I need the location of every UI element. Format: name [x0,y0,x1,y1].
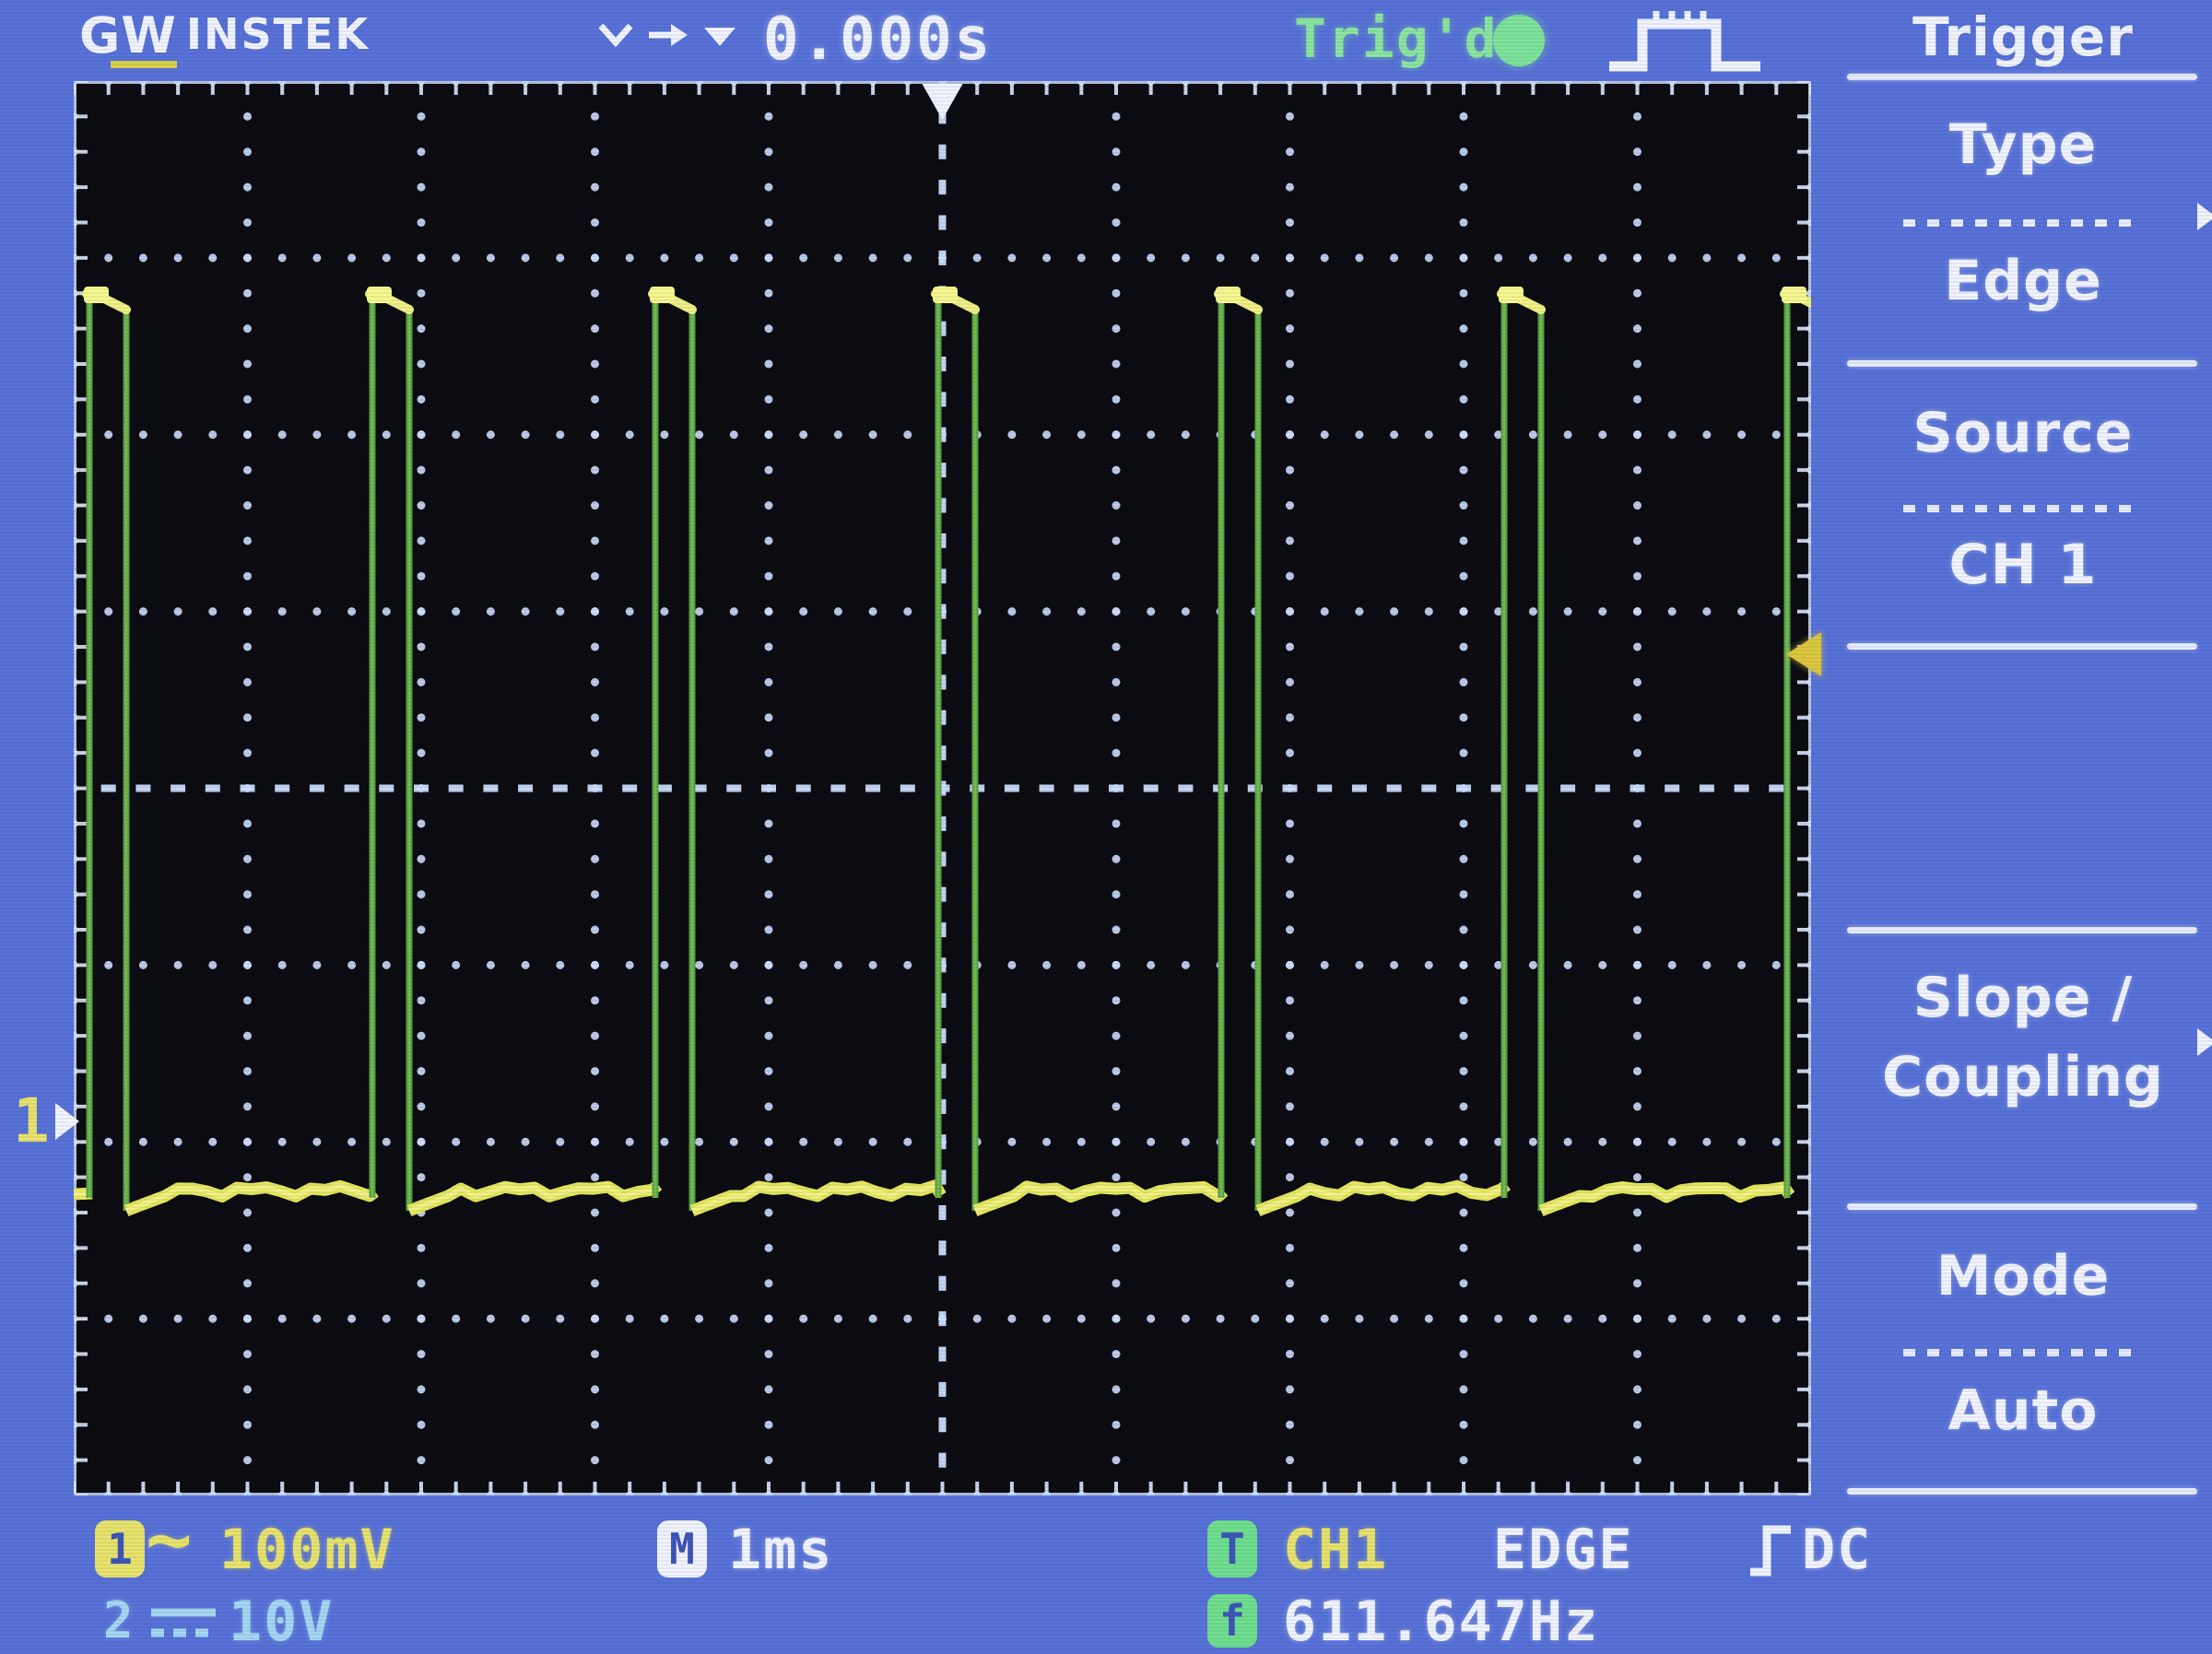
trigger-status-text: Trig'd [1294,7,1499,70]
trigger-source-badge: T [1207,1520,1257,1578]
menu-button-source[interactable]: Source CH 1 [1834,367,2212,643]
soft-menu-sidebar: Trigger Type Edge Source CH 1 Slope / Co… [1834,0,2212,1654]
menu-button-value: CH 1 [1948,533,2098,597]
menu-separator [1847,643,2197,650]
horizontal-position-readout: 0.000s [763,6,994,74]
triangle-down-icon [704,28,735,46]
frequency-badge: f [1207,1594,1257,1648]
waveform-display-area [74,81,1811,1496]
menu-separator [1847,74,2197,80]
trigger-source-readout: CH1 [1283,1518,1389,1582]
submenu-arrow-icon [2197,203,2212,230]
chevron-down-icon [598,23,633,48]
frequency-readout: 611.647Hz [1283,1589,1600,1654]
ch1-position-arrow-icon [54,1102,79,1140]
menu-button-slope-coupling[interactable]: Slope / Coupling [1834,933,2212,1203]
menu-button-value: Auto [1947,1378,2099,1443]
menu-title: Trigger [1912,6,2134,68]
timebase-badge: M [657,1520,707,1578]
logo-gw: GW [79,6,177,68]
menu-button-label: Coupling [1882,1045,2164,1109]
ch1-badge: 1 [95,1520,145,1578]
submenu-arrow-icon [2197,1028,2212,1056]
ch1-scale-readout: 100mV [219,1518,395,1582]
menu-dotted-divider [1903,219,2138,227]
pulse-wave-icon [1609,11,1760,72]
ch1-position-label: 1 [13,1085,50,1156]
menu-button-label: Mode [1936,1244,2111,1308]
menu-button-label: Source [1912,401,2134,465]
timebase-readout: 1ms [728,1518,834,1582]
trigger-type-readout: EDGE [1493,1518,1634,1582]
ac-coupling-icon: ~ [146,1494,194,1584]
graticule-and-waveform [74,81,1811,1496]
menu-button-type[interactable]: Type Edge [1834,81,2212,359]
trigger-coupling-readout: DC [1802,1518,1873,1582]
menu-button-label: Type [1948,112,2098,177]
ch1-position-marker[interactable]: 1 [13,1085,79,1156]
menu-button-value: Edge [1944,249,2102,313]
menu-separator [1847,1488,2197,1495]
menu-button-mode[interactable]: Mode Auto [1834,1209,2212,1488]
brand-logo: GW INSTEK [79,6,371,68]
oscilloscope-screen: GW INSTEK 0.000s Trig'd 1 Trigger Type E… [0,0,2212,1654]
ch2-scale-readout: 10V [229,1589,335,1654]
menu-separator [1847,360,2197,367]
dc-coupling-icon [151,1608,216,1637]
trigger-level-marker[interactable] [1786,632,1821,676]
trigd-circle-icon [1493,15,1545,66]
logo-instek: INSTEK [185,9,371,59]
menu-dotted-divider [1903,1349,2138,1356]
rising-edge-icon [1750,1525,1791,1577]
menu-button-empty[interactable] [1834,650,2212,921]
horizontal-status-icons [597,15,737,55]
arrow-right-icon [649,24,688,46]
ch2-badge: 2 [103,1591,135,1649]
menu-dotted-divider [1903,505,2138,512]
menu-button-label: Slope / [1912,966,2134,1030]
